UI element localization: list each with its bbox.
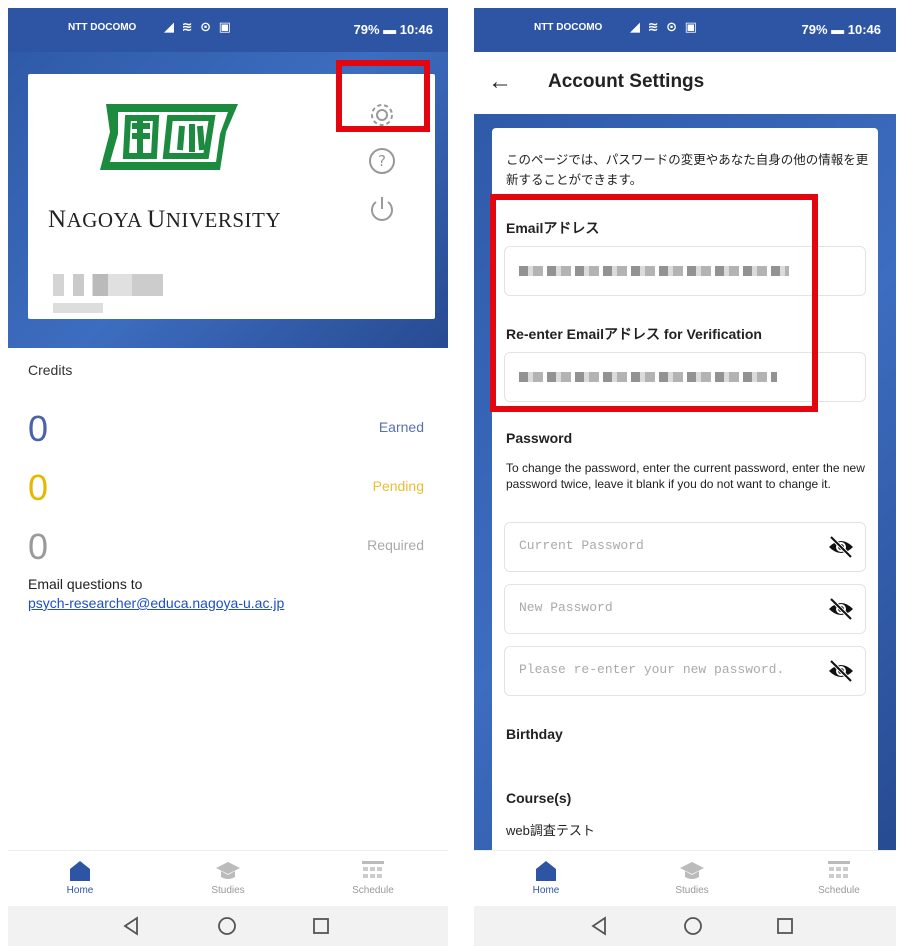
recents-square-icon[interactable] bbox=[310, 915, 332, 937]
current-password-placeholder: Current Password bbox=[519, 538, 644, 553]
settings-highlight-box bbox=[336, 60, 430, 132]
course-value: web調査テスト bbox=[506, 823, 595, 838]
home-circle-icon[interactable] bbox=[682, 915, 704, 937]
graduation-cap-icon bbox=[680, 862, 704, 879]
signal-wifi-icons: ◢ ≋ ⊙ ▣ bbox=[164, 19, 233, 34]
nav-schedule-label: Schedule bbox=[818, 885, 860, 896]
status-bar: NTT DOCOMO ◢ ≋ ⊙ ▣ 79% ▬ 10:46 bbox=[474, 8, 896, 52]
nav-schedule-label: Schedule bbox=[352, 885, 394, 896]
user-id-blurred bbox=[53, 303, 103, 313]
email-questions-text: Email questions to bbox=[28, 576, 143, 592]
confirm-password-field[interactable]: Please re-enter your new password. bbox=[504, 646, 866, 696]
settings-intro-text: このページでは、パスワードの変更やあなた自身の他の情報を更新することができます。 bbox=[506, 153, 869, 187]
university-name: NAGOYA UNIVERSITY bbox=[48, 206, 282, 233]
new-password-field[interactable]: New Password bbox=[504, 584, 866, 634]
home-icon bbox=[536, 861, 556, 881]
university-logo bbox=[88, 92, 248, 176]
password-help-text: To change the password, enter the curren… bbox=[506, 461, 865, 491]
eye-slash-icon[interactable] bbox=[827, 595, 855, 623]
svg-text:?: ? bbox=[378, 152, 386, 170]
bottom-navigation: Home Studies Schedule bbox=[8, 850, 448, 907]
email-highlight-box bbox=[490, 194, 818, 412]
nav-studies[interactable]: Studies bbox=[183, 851, 273, 896]
credit-earned-value: 0 bbox=[28, 408, 49, 449]
phone-account-settings-screen: NTT DOCOMO ◢ ≋ ⊙ ▣ 79% ▬ 10:46 ← Account… bbox=[474, 8, 896, 946]
signal-wifi-icons: ◢ ≋ ⊙ ▣ bbox=[630, 19, 699, 34]
nav-home-label: Home bbox=[66, 885, 94, 896]
support-email-link[interactable]: psych-researcher@educa.nagoya-u.ac.jp bbox=[28, 595, 284, 611]
nav-schedule[interactable]: Schedule bbox=[794, 851, 884, 896]
phone-home-screen: NTT DOCOMO ◢ ≋ ⊙ ▣ 79% ▬ 10:46 NAGOYA UN… bbox=[8, 8, 448, 946]
credits-title: Credits bbox=[28, 362, 73, 378]
current-password-field[interactable]: Current Password bbox=[504, 522, 866, 572]
user-name-blurred bbox=[53, 274, 163, 296]
battery-time: 79% ▬ 10:46 bbox=[353, 22, 433, 37]
nav-studies-label: Studies bbox=[211, 885, 245, 896]
home-icon bbox=[70, 861, 90, 881]
credit-pending-label: Pending bbox=[372, 478, 424, 494]
system-navigation-bar bbox=[474, 906, 896, 946]
back-triangle-icon[interactable] bbox=[588, 915, 610, 937]
home-circle-icon[interactable] bbox=[216, 915, 238, 937]
nav-studies-label: Studies bbox=[675, 885, 709, 896]
nav-studies[interactable]: Studies bbox=[647, 851, 737, 896]
new-password-placeholder: New Password bbox=[519, 600, 613, 615]
credit-required-label: Required bbox=[367, 537, 424, 553]
help-icon[interactable]: ? bbox=[363, 142, 401, 180]
power-icon[interactable] bbox=[363, 190, 401, 228]
carrier-name: NTT DOCOMO bbox=[68, 22, 137, 33]
nav-home[interactable]: Home bbox=[35, 851, 125, 896]
calendar-grid-icon bbox=[828, 861, 850, 878]
nav-home-label: Home bbox=[532, 885, 560, 896]
birthday-label: Birthday bbox=[506, 726, 563, 742]
credit-pending-value: 0 bbox=[28, 467, 49, 508]
eye-slash-icon[interactable] bbox=[827, 657, 855, 685]
nav-schedule[interactable]: Schedule bbox=[328, 851, 418, 896]
graduation-cap-icon bbox=[216, 862, 240, 879]
password-label: Password bbox=[506, 430, 573, 446]
battery-time: 79% ▬ 10:46 bbox=[801, 22, 881, 37]
eye-slash-icon[interactable] bbox=[827, 533, 855, 561]
courses-label: Course(s) bbox=[506, 790, 572, 806]
back-arrow-icon[interactable]: ← bbox=[488, 68, 512, 96]
page-title: Account Settings bbox=[548, 71, 705, 92]
carrier-name: NTT DOCOMO bbox=[534, 22, 603, 33]
system-navigation-bar bbox=[8, 906, 448, 946]
status-bar: NTT DOCOMO ◢ ≋ ⊙ ▣ 79% ▬ 10:46 bbox=[8, 8, 448, 52]
credit-required-value: 0 bbox=[28, 526, 49, 567]
credit-earned-label: Earned bbox=[378, 419, 424, 435]
app-bar: ← Account Settings bbox=[474, 52, 896, 114]
bottom-navigation: Home Studies Schedule bbox=[474, 850, 896, 907]
calendar-grid-icon bbox=[362, 861, 384, 878]
recents-square-icon[interactable] bbox=[774, 915, 796, 937]
confirm-password-placeholder: Please re-enter your new password. bbox=[519, 662, 785, 677]
back-triangle-icon[interactable] bbox=[120, 915, 142, 937]
nav-home[interactable]: Home bbox=[501, 851, 591, 896]
